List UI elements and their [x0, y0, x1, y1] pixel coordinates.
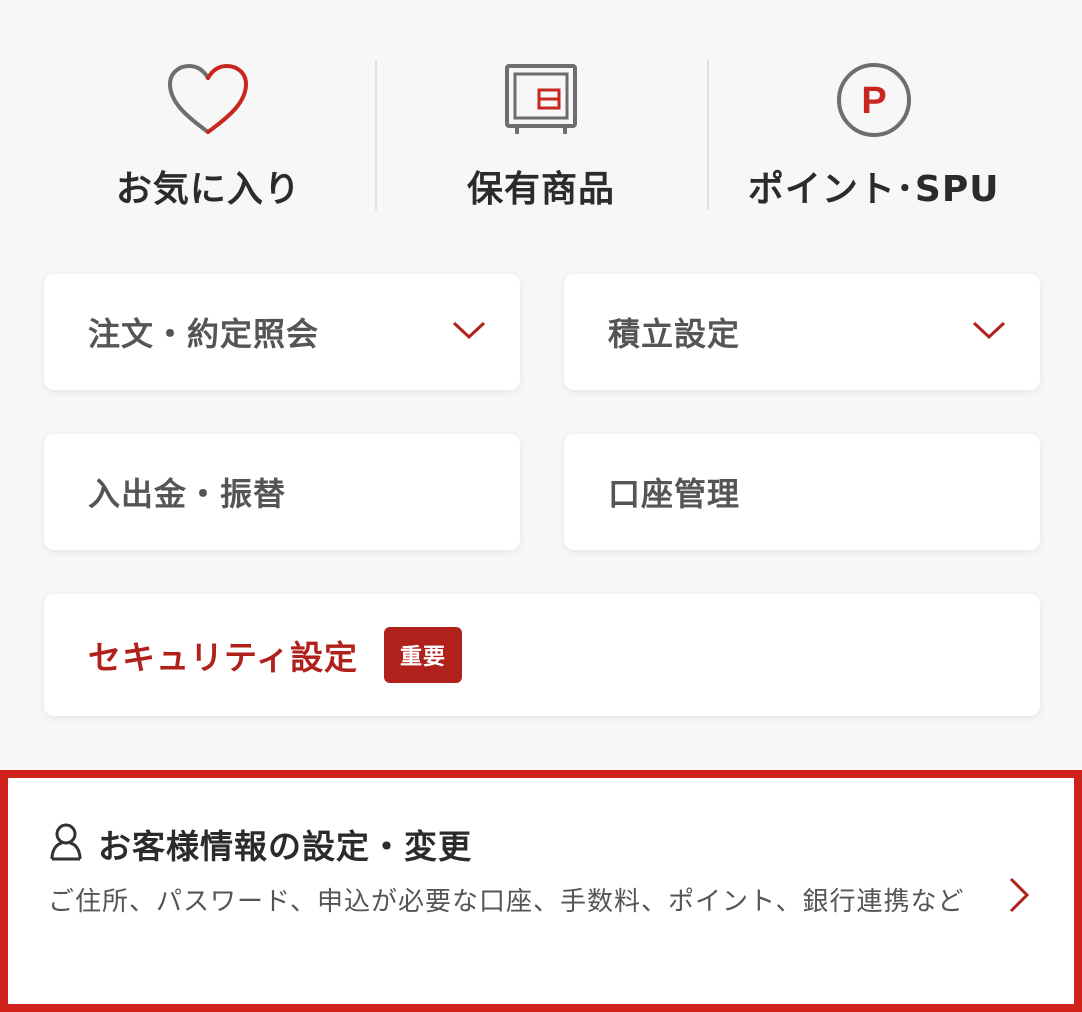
- holdings-icon: [503, 50, 579, 150]
- orders-card[interactable]: 注文・約定照会: [44, 274, 520, 390]
- chevron-down-icon: [972, 320, 1006, 344]
- nav-holdings[interactable]: 保有商品: [375, 50, 708, 220]
- security-label: セキュリティ設定: [88, 638, 359, 677]
- chevron-down-icon: [452, 320, 486, 344]
- customer-info-title-row: お客様情報の設定・変更: [48, 820, 472, 868]
- accumulation-card[interactable]: 積立設定: [564, 274, 1040, 390]
- customer-info-description: ご住所、パスワード、申込が必要な口座、手数料、ポイント、銀行連携など: [48, 887, 965, 917]
- account-management-label: 口座管理: [608, 475, 741, 513]
- point-icon: P: [834, 50, 914, 150]
- important-badge: 重要: [384, 627, 463, 683]
- customer-info-title: お客様情報の設定・変更: [98, 827, 472, 866]
- security-card[interactable]: セキュリティ設定 重要: [44, 594, 1040, 716]
- deposit-card[interactable]: 入出金・振替: [44, 434, 520, 550]
- deposit-label: 入出金・振替: [88, 475, 287, 513]
- point-icon-letter: P: [861, 80, 886, 122]
- customer-info-settings[interactable]: お客様情報の設定・変更 ご住所、パスワード、申込が必要な口座、手数料、ポイント、…: [0, 770, 1082, 1012]
- person-icon: [48, 822, 84, 866]
- nav-points[interactable]: P ポイント･SPU: [707, 50, 1040, 220]
- top-navigation: お気に入り 保有商品 P ポイント･SPU: [42, 50, 1040, 220]
- nav-holdings-label: 保有商品: [467, 169, 616, 210]
- heart-icon: [166, 50, 250, 150]
- nav-favorites-label: お気に入り: [115, 169, 301, 210]
- orders-label: 注文・約定照会: [88, 315, 320, 353]
- accumulation-label: 積立設定: [608, 315, 741, 353]
- chevron-right-icon: [1008, 876, 1030, 918]
- account-management-card[interactable]: 口座管理: [564, 434, 1040, 550]
- nav-favorites[interactable]: お気に入り: [42, 50, 375, 220]
- nav-points-label: ポイント･SPU: [747, 169, 1000, 210]
